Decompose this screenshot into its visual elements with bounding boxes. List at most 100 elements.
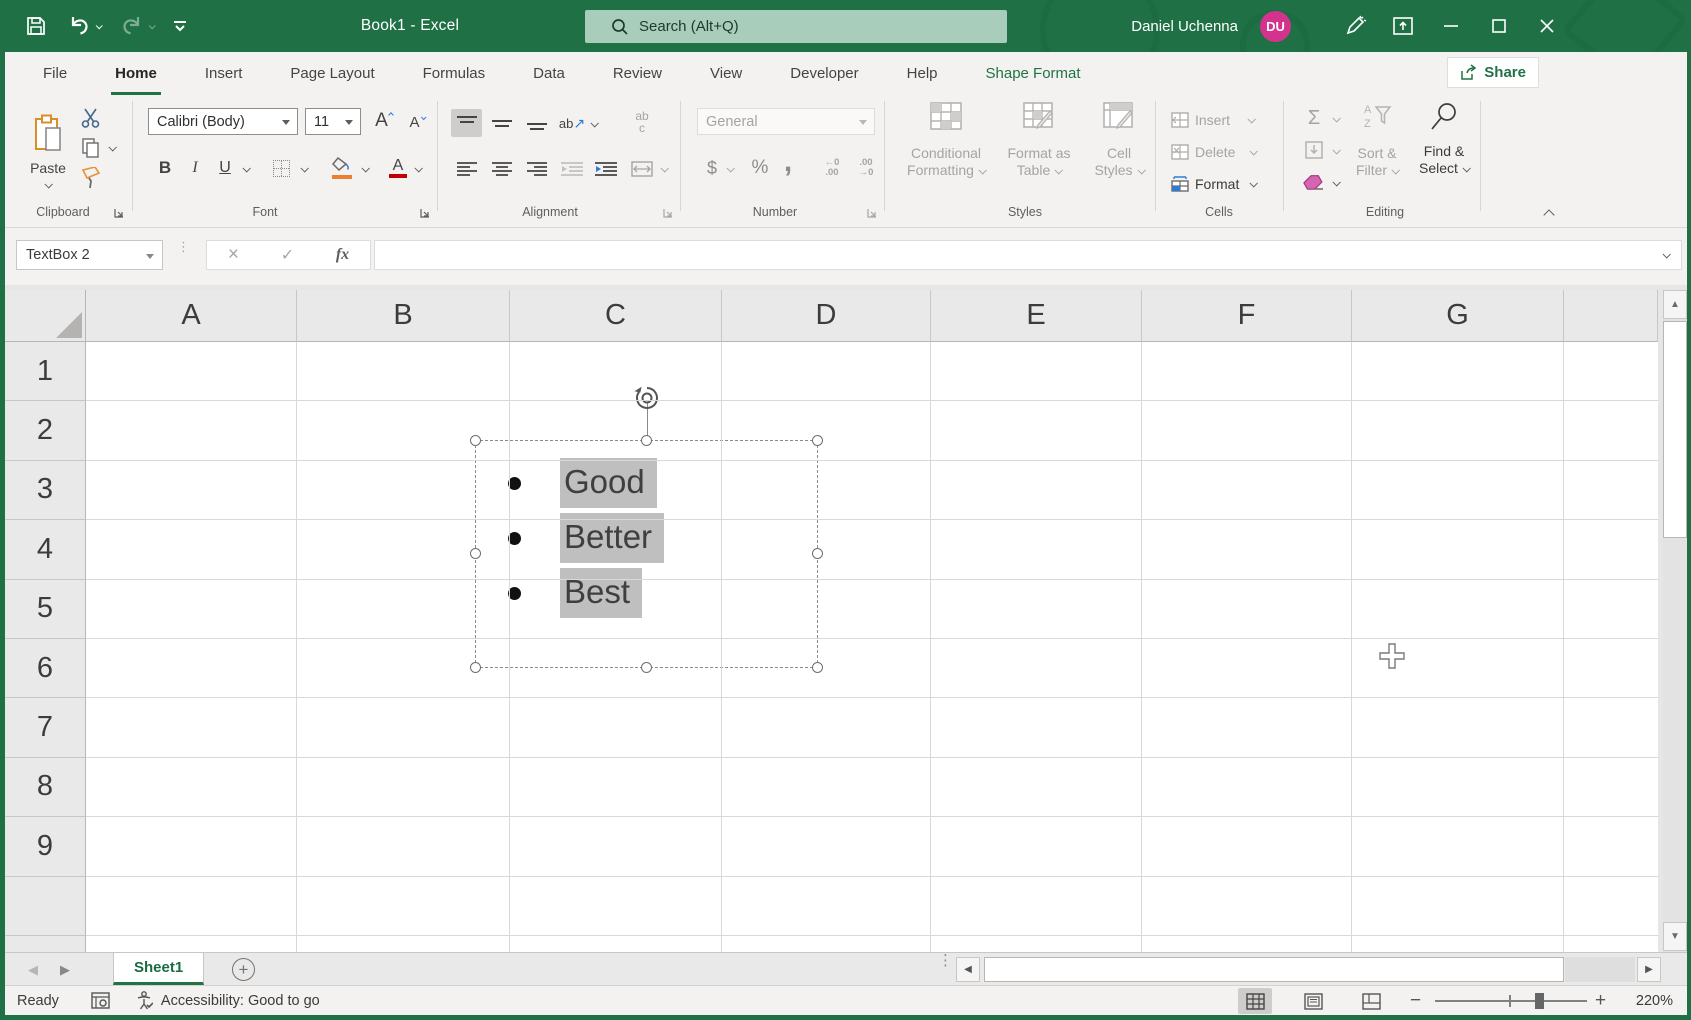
share-button[interactable]: Share <box>1447 57 1539 88</box>
tab-help[interactable]: Help <box>883 52 962 95</box>
hscroll-left-button[interactable]: ◀ <box>956 957 980 982</box>
accounting-format-button[interactable]: $ <box>702 155 722 181</box>
middle-align-button[interactable] <box>486 109 517 137</box>
bottom-align-button[interactable] <box>521 109 552 137</box>
sheet-tab-active[interactable]: Sheet1 <box>113 953 204 985</box>
formula-bar-resizer[interactable]: ⋮ <box>177 242 187 251</box>
copy-button[interactable] <box>77 135 105 161</box>
row-header-8[interactable]: 8 <box>5 758 86 817</box>
shrink-font-button[interactable]: A <box>403 109 431 135</box>
tab-review[interactable]: Review <box>589 52 686 95</box>
customize-quick-access-icon[interactable] <box>172 18 188 34</box>
align-center-button[interactable] <box>486 156 517 182</box>
user-name[interactable]: Daniel Uchenna <box>1131 18 1238 35</box>
number-dialog-launcher[interactable] <box>866 207 878 219</box>
row-header-1[interactable]: 1 <box>5 342 86 401</box>
copy-dropdown[interactable] <box>108 143 116 151</box>
resize-handle-bottom-right[interactable] <box>812 662 823 673</box>
rotate-handle[interactable] <box>634 385 660 411</box>
clear-button[interactable] <box>1301 169 1327 195</box>
font-color-button[interactable]: A <box>385 153 411 183</box>
zoom-slider-handle[interactable] <box>1535 993 1544 1009</box>
top-align-button[interactable] <box>451 109 482 137</box>
fill-color-button[interactable] <box>327 153 357 183</box>
format-cells-button[interactable]: Format <box>1171 171 1256 197</box>
vertical-scrollbar[interactable]: ▲ ▼ <box>1663 290 1687 952</box>
decrease-indent-button[interactable] <box>556 156 587 182</box>
percent-style-button[interactable]: % <box>747 155 773 181</box>
bullet-text[interactable]: Good <box>560 458 657 508</box>
cancel-icon[interactable]: × <box>228 244 239 266</box>
resize-handle-top-right[interactable] <box>812 435 823 446</box>
scroll-up-button[interactable]: ▲ <box>1663 290 1687 319</box>
resize-handle-bottom-middle[interactable] <box>641 662 652 673</box>
row-header-7[interactable]: 7 <box>5 698 86 757</box>
tab-insert[interactable]: Insert <box>181 52 267 95</box>
font-size-combo[interactable]: 11 <box>305 108 361 135</box>
column-header-F[interactable]: F <box>1142 290 1352 342</box>
tab-home[interactable]: Home <box>91 52 181 95</box>
sort-filter-button[interactable]: AZ Sort & Filter <box>1341 101 1413 203</box>
wrap-text-button[interactable]: ab c <box>625 105 659 139</box>
normal-view-button[interactable] <box>1238 988 1272 1014</box>
conditional-formatting-button[interactable]: Conditional Formatting <box>902 101 990 203</box>
column-header-C[interactable]: C <box>510 290 722 342</box>
column-header-A[interactable]: A <box>86 290 297 342</box>
clear-dropdown[interactable] <box>1332 178 1340 186</box>
new-sheet-button[interactable]: + <box>232 958 255 981</box>
insert-function-icon[interactable]: fx <box>336 246 349 264</box>
underline-dropdown[interactable] <box>242 164 250 172</box>
underline-button[interactable]: U <box>213 155 237 181</box>
merge-center-button[interactable] <box>627 156 657 182</box>
comma-style-button[interactable]: , <box>777 149 799 175</box>
name-box[interactable]: TextBox 2 <box>16 240 163 270</box>
font-color-dropdown[interactable] <box>414 164 422 172</box>
formula-input[interactable] <box>374 240 1682 270</box>
resize-handle-middle-left[interactable] <box>470 548 481 559</box>
horizontal-scroll-thumb[interactable] <box>984 957 1564 982</box>
zoom-in-button[interactable]: + <box>1595 986 1606 1016</box>
horizontal-scroll-track[interactable] <box>1565 957 1635 982</box>
cell-area[interactable]: GoodBetterBest <box>86 342 1658 952</box>
clipboard-dialog-launcher[interactable] <box>113 207 125 219</box>
column-header-G[interactable]: G <box>1352 290 1564 342</box>
format-as-table-button[interactable]: Format as Table <box>995 101 1083 203</box>
scroll-down-button[interactable]: ▼ <box>1663 922 1687 951</box>
orientation-dropdown[interactable] <box>590 119 598 127</box>
italic-button[interactable]: I <box>183 155 207 181</box>
select-all-button[interactable] <box>5 290 86 342</box>
textbox-shape[interactable]: GoodBetterBest <box>475 440 818 668</box>
column-header-partial[interactable] <box>1564 290 1658 342</box>
zoom-level[interactable]: 220% <box>1617 986 1673 1016</box>
row-header-5[interactable]: 5 <box>5 580 86 639</box>
fill-dropdown[interactable] <box>1332 146 1340 154</box>
align-left-button[interactable] <box>451 156 482 182</box>
macro-record-icon[interactable] <box>91 992 110 1009</box>
resize-handle-top-left[interactable] <box>470 435 481 446</box>
paste-button[interactable]: Paste <box>19 103 77 199</box>
close-button[interactable] <box>1523 0 1571 52</box>
bullet-text[interactable]: Better <box>560 513 664 563</box>
bullet-text[interactable]: Best <box>560 568 642 618</box>
expand-formula-bar-icon[interactable] <box>1662 250 1670 258</box>
orientation-button[interactable]: ab↗ <box>557 109 587 137</box>
resize-handle-bottom-left[interactable] <box>470 662 481 673</box>
row-header-partial[interactable] <box>5 936 86 952</box>
borders-dropdown[interactable] <box>300 164 308 172</box>
column-header-E[interactable]: E <box>931 290 1142 342</box>
page-layout-view-button[interactable] <box>1296 988 1330 1014</box>
undo-button[interactable] <box>66 13 101 39</box>
align-right-button[interactable] <box>521 156 552 182</box>
fill-button[interactable] <box>1301 137 1327 163</box>
tab-splitter-icon[interactable]: ⋮ <box>938 957 953 965</box>
search-input[interactable]: Search (Alt+Q) <box>585 10 1007 43</box>
row-header-3[interactable]: 3 <box>5 461 86 520</box>
zoom-out-button[interactable]: − <box>1410 986 1421 1016</box>
tab-developer[interactable]: Developer <box>766 52 882 95</box>
name-box-dropdown[interactable] <box>146 254 154 259</box>
maximize-button[interactable] <box>1475 0 1523 52</box>
tab-file[interactable]: File <box>19 52 91 95</box>
status-mode[interactable]: Ready <box>17 993 59 1009</box>
row-header-4[interactable]: 4 <box>5 520 86 579</box>
borders-button[interactable] <box>267 155 295 181</box>
